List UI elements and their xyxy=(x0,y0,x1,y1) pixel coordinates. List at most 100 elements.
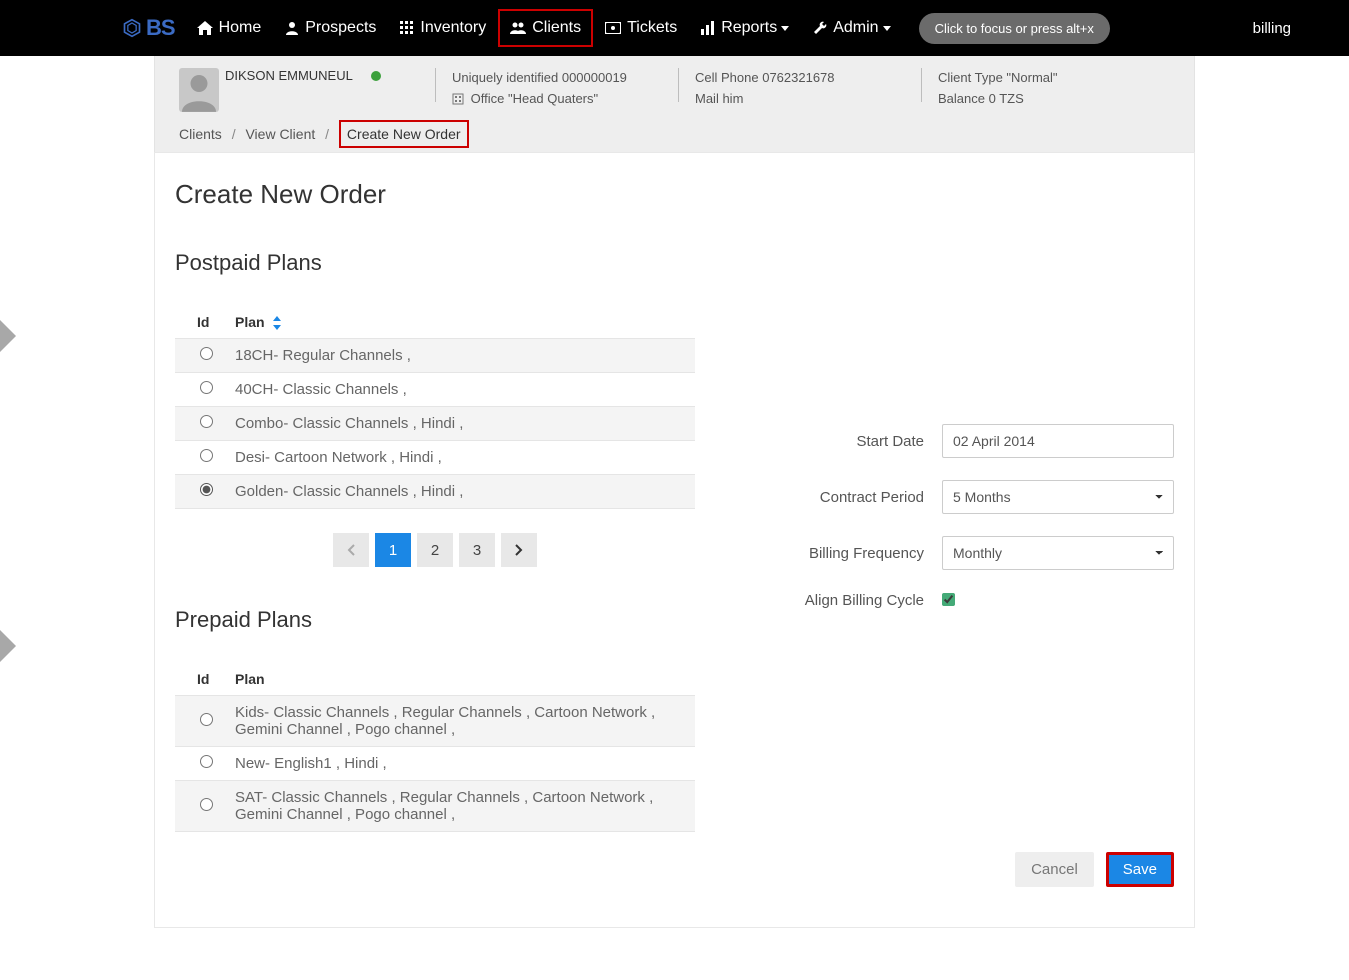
nav-items: Home Prospects Inventory Clients Tickets… xyxy=(185,9,903,47)
nav-prospects-label: Prospects xyxy=(305,19,376,37)
align-checkbox[interactable] xyxy=(942,593,955,606)
plan-header[interactable]: Plan xyxy=(225,306,695,339)
wrench-icon xyxy=(813,21,827,35)
plan-header[interactable]: Plan xyxy=(225,663,695,696)
client-unique-id: Uniquely identified 000000019 xyxy=(452,68,662,89)
chart-icon xyxy=(701,21,715,35)
breadcrumb-view-client[interactable]: View Client xyxy=(245,126,315,142)
plan-radio[interactable] xyxy=(200,755,213,768)
grid-icon xyxy=(400,21,414,35)
plan-label: Desi- Cartoon Network , Hindi , xyxy=(225,441,695,475)
mail-link[interactable]: Mail him xyxy=(695,91,743,106)
table-row[interactable]: Combo- Classic Channels , Hindi , xyxy=(175,407,695,441)
postpaid-title: Postpaid Plans xyxy=(175,250,695,276)
nav-home-label: Home xyxy=(219,19,262,37)
plan-label: 40CH- Classic Channels , xyxy=(225,373,695,407)
plan-label: SAT- Classic Channels , Regular Channels… xyxy=(225,781,695,832)
plan-radio[interactable] xyxy=(200,483,213,496)
plan-radio[interactable] xyxy=(200,347,213,360)
start-date-label: Start Date xyxy=(735,433,942,450)
nav-admin[interactable]: Admin xyxy=(801,9,902,47)
prepaid-title: Prepaid Plans xyxy=(175,607,695,633)
plan-radio[interactable] xyxy=(200,713,213,726)
client-name: DIKSON EMMUNEUL xyxy=(225,68,353,83)
table-row[interactable]: Golden- Classic Channels , Hindi , xyxy=(175,475,695,509)
plan-label: Kids- Classic Channels , Regular Channel… xyxy=(225,696,695,747)
save-button[interactable]: Save xyxy=(1106,852,1174,887)
plan-label: 18CH- Regular Channels , xyxy=(225,339,695,373)
nav-reports[interactable]: Reports xyxy=(689,9,801,47)
brand-icon xyxy=(122,18,142,38)
plan-radio[interactable] xyxy=(200,798,213,811)
table-row[interactable]: New- English1 , Hindi , xyxy=(175,747,695,781)
brand-text: BS xyxy=(146,15,175,41)
nav-home[interactable]: Home xyxy=(185,9,274,47)
client-office: Office "Head Quaters" xyxy=(471,91,599,106)
page-title: Create New Order xyxy=(175,179,1174,210)
search-input[interactable]: Click to focus or press alt+x xyxy=(919,13,1110,44)
table-row[interactable]: 40CH- Classic Channels , xyxy=(175,373,695,407)
plan-label: Combo- Classic Channels , Hindi , xyxy=(225,407,695,441)
postpaid-table: Id Plan 18CH- Regular Channels ,40CH- Cl… xyxy=(175,306,695,509)
pager-page-3[interactable]: 3 xyxy=(459,533,495,567)
caret-icon xyxy=(883,26,891,31)
user-menu[interactable]: billing xyxy=(1253,20,1293,37)
nav-tickets-label: Tickets xyxy=(627,19,677,37)
building-icon xyxy=(452,93,464,105)
pager-next[interactable] xyxy=(501,533,537,567)
breadcrumb-current: Create New Order xyxy=(339,120,469,148)
left-drawer-handle-1[interactable] xyxy=(0,320,16,352)
users-icon xyxy=(510,21,526,35)
breadcrumb-clients[interactable]: Clients xyxy=(179,126,222,142)
user-menu-label: billing xyxy=(1253,20,1291,37)
left-drawer-handle-2[interactable] xyxy=(0,630,16,662)
align-label: Align Billing Cycle xyxy=(735,592,942,609)
client-header: DIKSON EMMUNEUL Uniquely identified 0000… xyxy=(154,56,1195,152)
billing-freq-select[interactable]: Monthly xyxy=(942,536,1174,570)
nav-inventory[interactable]: Inventory xyxy=(388,9,498,47)
ticket-icon xyxy=(605,22,621,34)
nav-reports-label: Reports xyxy=(721,19,777,37)
home-icon xyxy=(197,21,213,35)
navbar: BS Home Prospects Inventory Clients Tick… xyxy=(0,0,1349,56)
nav-admin-label: Admin xyxy=(833,19,878,37)
avatar xyxy=(179,68,219,112)
caret-icon xyxy=(781,26,789,31)
main-panel: Create New Order Postpaid Plans Id Plan xyxy=(154,152,1195,928)
breadcrumb: Clients / View Client / Create New Order xyxy=(179,112,1170,152)
pager-page-2[interactable]: 2 xyxy=(417,533,453,567)
divider xyxy=(678,68,679,102)
cancel-button[interactable]: Cancel xyxy=(1015,852,1094,887)
start-date-input[interactable] xyxy=(942,424,1174,458)
contract-select[interactable]: 5 Months xyxy=(942,480,1174,514)
plan-label: Golden- Classic Channels , Hindi , xyxy=(225,475,695,509)
pager-prev[interactable] xyxy=(333,533,369,567)
id-header[interactable]: Id xyxy=(175,663,225,696)
table-row[interactable]: SAT- Classic Channels , Regular Channels… xyxy=(175,781,695,832)
billing-freq-label: Billing Frequency xyxy=(735,545,942,562)
brand-logo[interactable]: BS xyxy=(122,15,175,41)
plan-radio[interactable] xyxy=(200,381,213,394)
plan-radio[interactable] xyxy=(200,449,213,462)
nav-inventory-label: Inventory xyxy=(420,19,486,37)
contract-label: Contract Period xyxy=(735,489,942,506)
table-row[interactable]: Desi- Cartoon Network , Hindi , xyxy=(175,441,695,475)
client-balance: Balance 0 TZS xyxy=(938,89,1148,110)
table-row[interactable]: Kids- Classic Channels , Regular Channel… xyxy=(175,696,695,747)
table-row[interactable]: 18CH- Regular Channels , xyxy=(175,339,695,373)
plan-radio[interactable] xyxy=(200,415,213,428)
status-indicator xyxy=(371,71,381,81)
divider xyxy=(921,68,922,102)
prepaid-table: Id Plan Kids- Classic Channels , Regular… xyxy=(175,663,695,832)
id-header[interactable]: Id xyxy=(175,306,225,339)
nav-tickets[interactable]: Tickets xyxy=(593,9,689,47)
sort-icon xyxy=(272,316,282,330)
nav-prospects[interactable]: Prospects xyxy=(273,9,388,47)
plan-label: New- English1 , Hindi , xyxy=(225,747,695,781)
nav-clients[interactable]: Clients xyxy=(498,9,593,47)
pager-page-1[interactable]: 1 xyxy=(375,533,411,567)
divider xyxy=(435,68,436,102)
client-phone: Cell Phone 0762321678 xyxy=(695,68,905,89)
pager: 123 xyxy=(175,533,695,567)
nav-clients-label: Clients xyxy=(532,19,581,37)
